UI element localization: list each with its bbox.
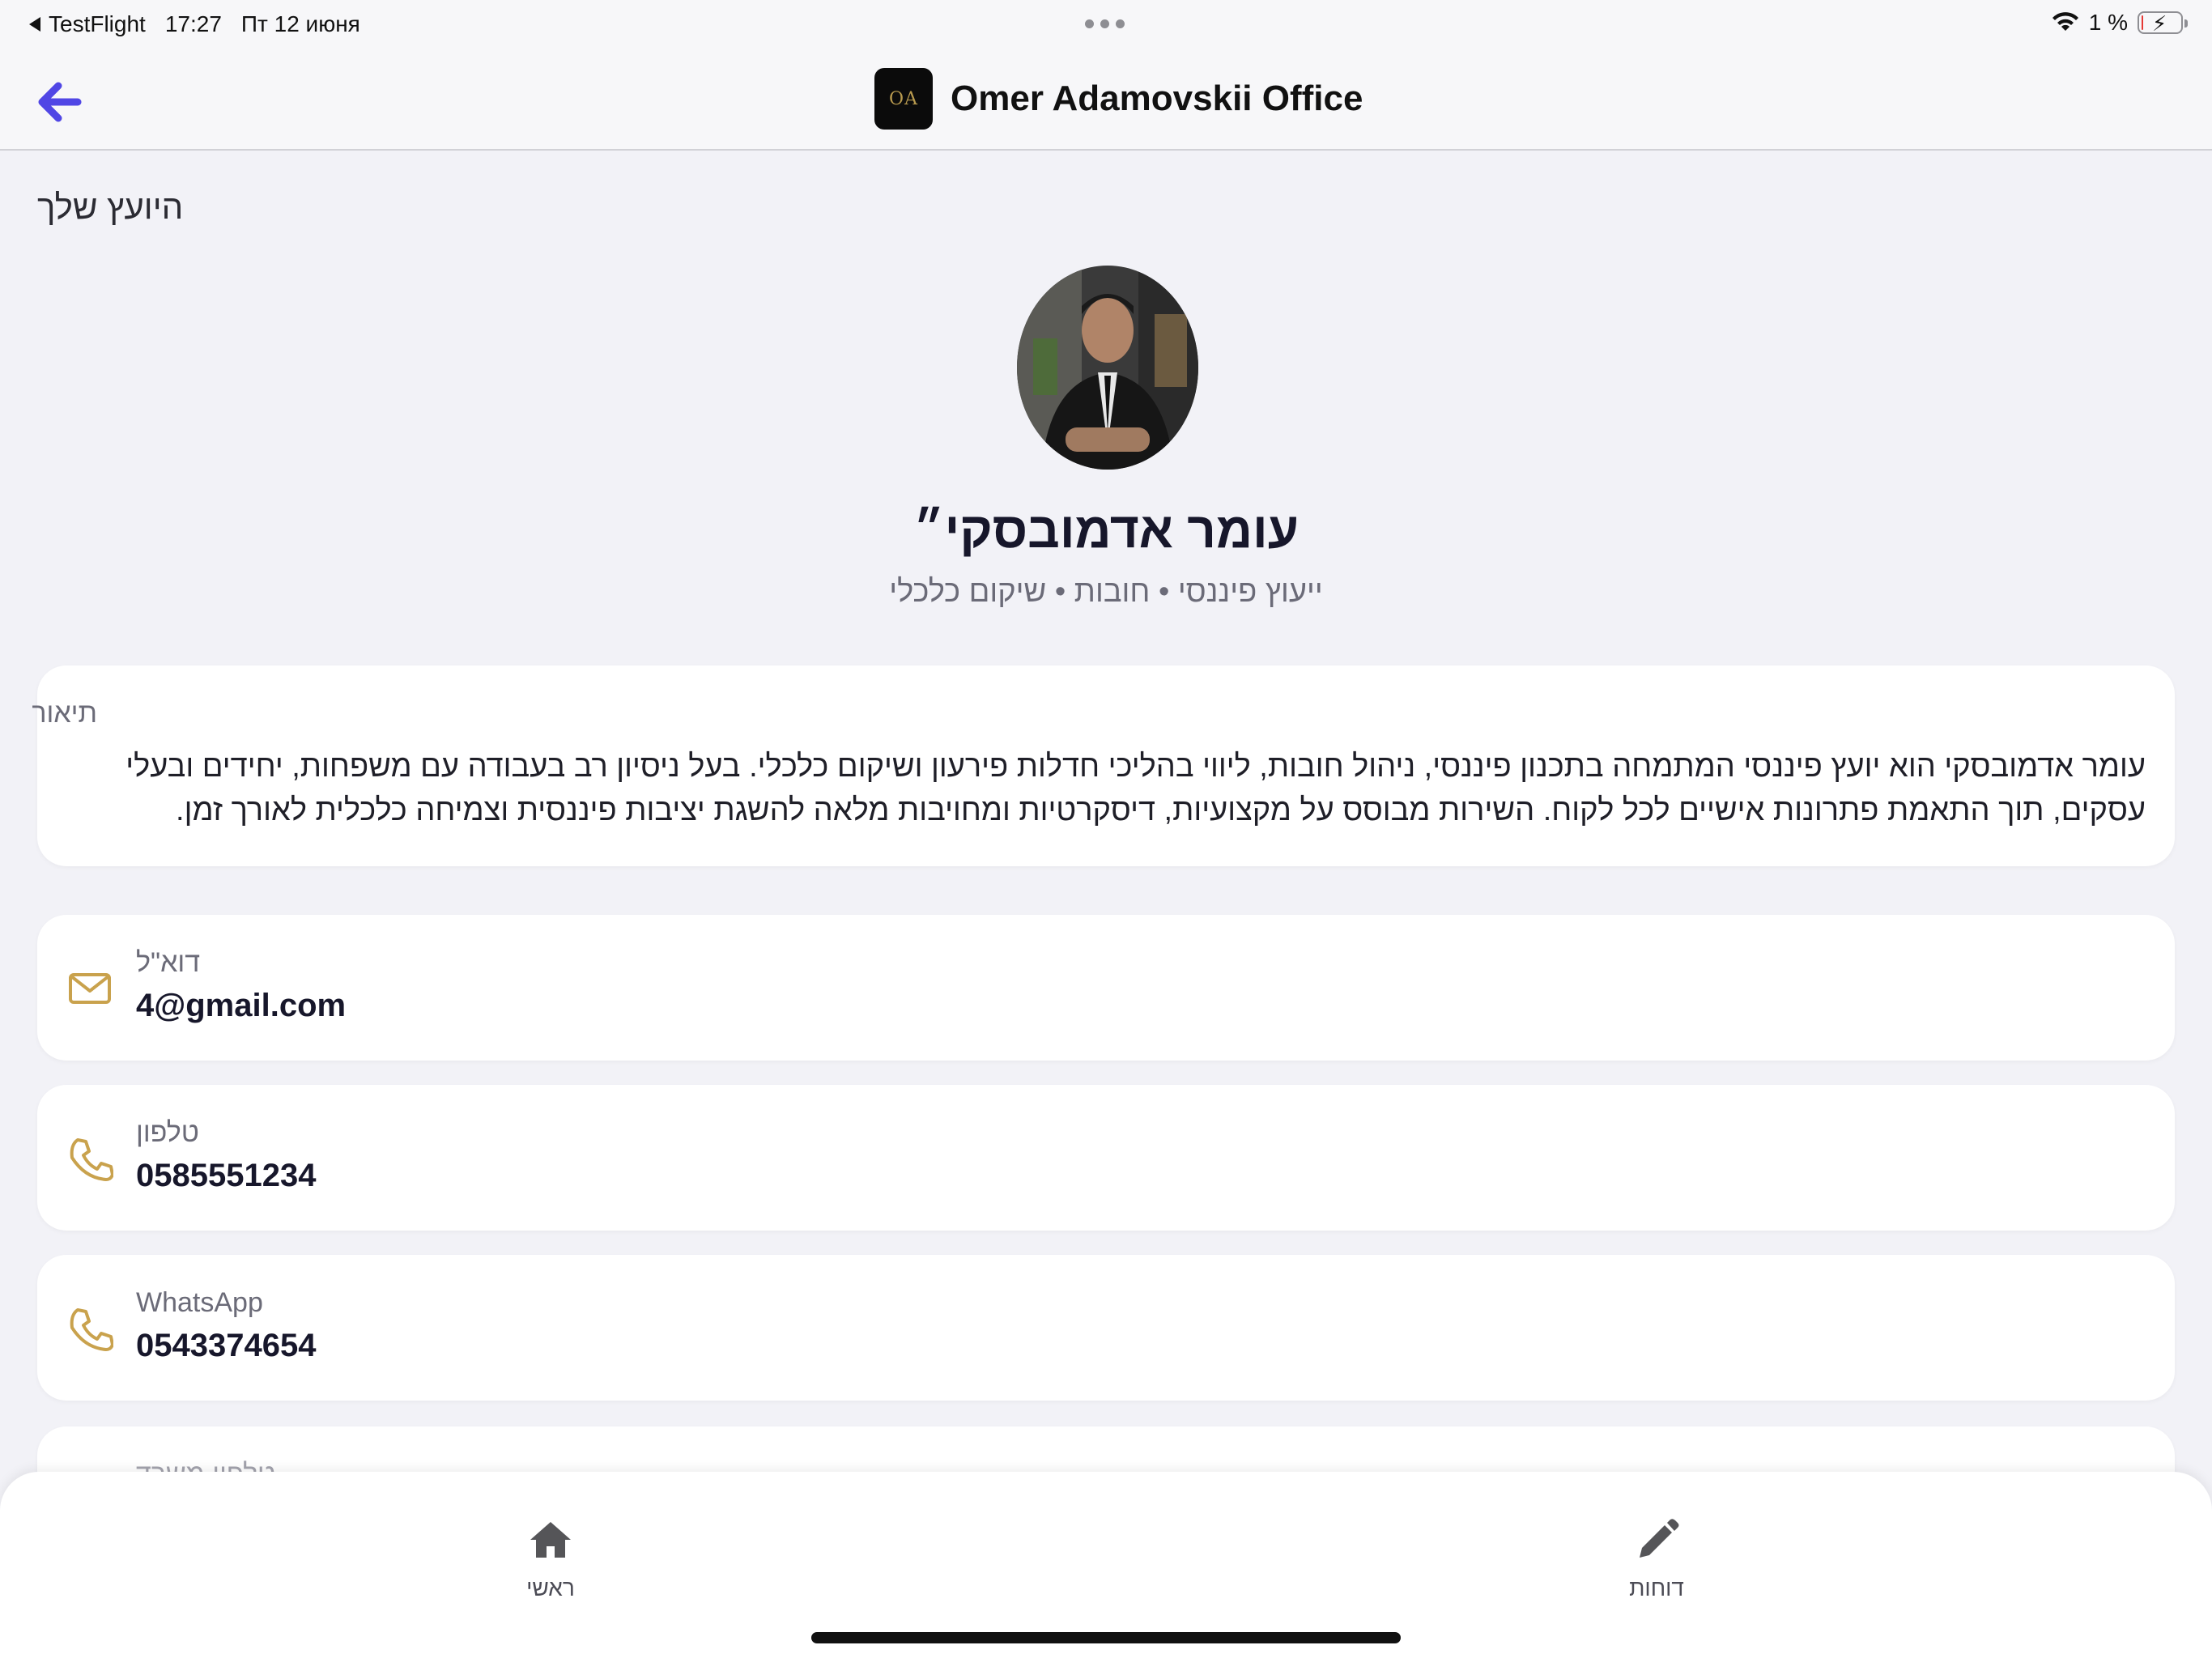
navigation-bar: OA Omer Adamovskii Office — [0, 49, 2212, 151]
mail-icon — [69, 973, 111, 1004]
description-card: תיאור עומר אדמובסקי הוא יועץ פיננסי המתמ… — [32, 665, 2175, 866]
charging-bolt-icon: ⚡ — [2152, 11, 2167, 36]
description-label: תיאור — [32, 698, 97, 729]
tab-reports-label: דוחות — [1629, 1575, 1684, 1601]
back-to-app-link[interactable]: TestFlight — [29, 11, 146, 37]
contact-value[interactable]: 0543374654 — [136, 1328, 316, 1364]
page-title: Omer Adamovskii Office — [951, 79, 1363, 118]
back-triangle-icon — [29, 17, 40, 32]
contact-label: WhatsApp — [136, 1287, 263, 1318]
arrow-left-icon — [38, 82, 82, 122]
multitasking-dots-icon[interactable] — [1085, 19, 1125, 28]
advisor-avatar — [1017, 266, 1198, 470]
tab-reports[interactable]: דוחות — [1576, 1517, 1738, 1601]
status-bar: TestFlight 17:27 Пт 12 июня 1 % ⚡ — [0, 0, 2212, 49]
battery-icon: ⚡ — [2138, 11, 2188, 36]
contact-card-whatsapp[interactable]: WhatsApp 0543374654 — [37, 1255, 2175, 1401]
contact-label: דוא"ל — [136, 947, 201, 978]
office-logo: OA — [874, 68, 933, 130]
status-bar-left: TestFlight 17:27 Пт 12 июня — [29, 11, 360, 37]
advisor-subtitle: ייעוץ פיננסי • חובות • שיקום כלכלי — [889, 575, 1323, 609]
nav-title-group: OA Omer Adamovskii Office — [874, 68, 1363, 130]
tab-home[interactable]: ראשי — [470, 1517, 632, 1601]
tab-home-label: ראשי — [526, 1575, 575, 1601]
status-bar-right: 1 % ⚡ — [2052, 10, 2188, 36]
advisor-name: עומר אדמובסקי״ — [912, 503, 1300, 559]
back-app-name: TestFlight — [49, 11, 146, 36]
battery-fill — [2142, 15, 2143, 30]
back-button[interactable] — [36, 78, 84, 126]
status-time: 17:27 — [164, 11, 222, 36]
advisor-photo — [1017, 266, 1198, 470]
contact-label: טלפון — [136, 1117, 199, 1148]
contact-value[interactable]: 0585551234 — [136, 1158, 316, 1194]
phone-icon — [70, 1308, 113, 1351]
home-indicator[interactable] — [811, 1632, 1401, 1643]
home-icon — [530, 1522, 571, 1558]
description-text: עומר אדמובסקי הוא יועץ פיננסי המתמחה בתכ… — [125, 750, 2146, 827]
tab-bar: ראשי דוחות — [0, 1472, 2212, 1658]
contact-card-phone[interactable]: טלפון 0585551234 — [37, 1085, 2175, 1231]
pencil-icon — [1640, 1519, 1679, 1558]
contact-value[interactable]: 4@gmail.com — [136, 988, 346, 1024]
battery-percent: 1 % — [2088, 10, 2128, 35]
phone-icon — [70, 1138, 113, 1181]
status-date: Пт 12 июня — [240, 11, 360, 36]
contact-card-email[interactable]: דוא"ל 4@gmail.com — [37, 915, 2175, 1061]
wifi-icon — [2052, 12, 2078, 31]
section-title: היועץ שלך — [37, 188, 184, 226]
